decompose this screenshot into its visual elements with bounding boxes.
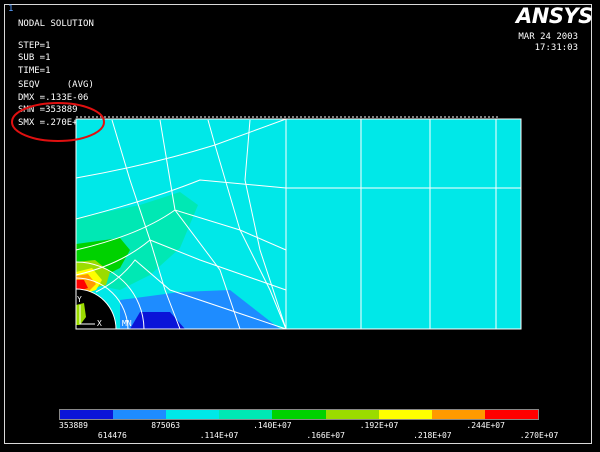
contour-fill: [76, 119, 521, 329]
contour-plot: [11, 102, 522, 330]
legend-label: 614476: [97, 431, 127, 440]
legend-swatch-5: [325, 410, 379, 419]
legend-swatch-8: [484, 410, 538, 419]
axis-x-label: X: [97, 319, 102, 328]
legend-label: .166E+07: [306, 431, 345, 440]
legend-label: .218E+07: [413, 431, 452, 440]
legend-swatch-4: [272, 410, 326, 419]
legend-label: .114E+07: [199, 431, 239, 440]
legend-swatch-3: [219, 410, 273, 419]
legend-label: 875063: [151, 421, 181, 430]
legend-swatch-6: [378, 410, 432, 419]
legend-swatch-0: [60, 410, 114, 419]
min-marker-label: MN: [122, 319, 132, 328]
legend-swatch-2: [166, 410, 220, 419]
legend-swatch-1: [113, 410, 167, 419]
legend-label: 353889: [59, 421, 88, 430]
legend-label: .270E+07: [519, 431, 559, 440]
contour-legend-bar: [59, 409, 539, 420]
legend-swatch-7: [431, 410, 485, 419]
axis-y-label: Y: [77, 295, 82, 304]
legend-label: .192E+07: [359, 421, 399, 430]
legend-label: .244E+07: [466, 421, 505, 430]
legend-label: .140E+07: [253, 421, 292, 430]
ansys-graphics-window: 1 NODAL SOLUTION STEP=1 SUB =1 TIME=1 SE…: [0, 0, 600, 452]
